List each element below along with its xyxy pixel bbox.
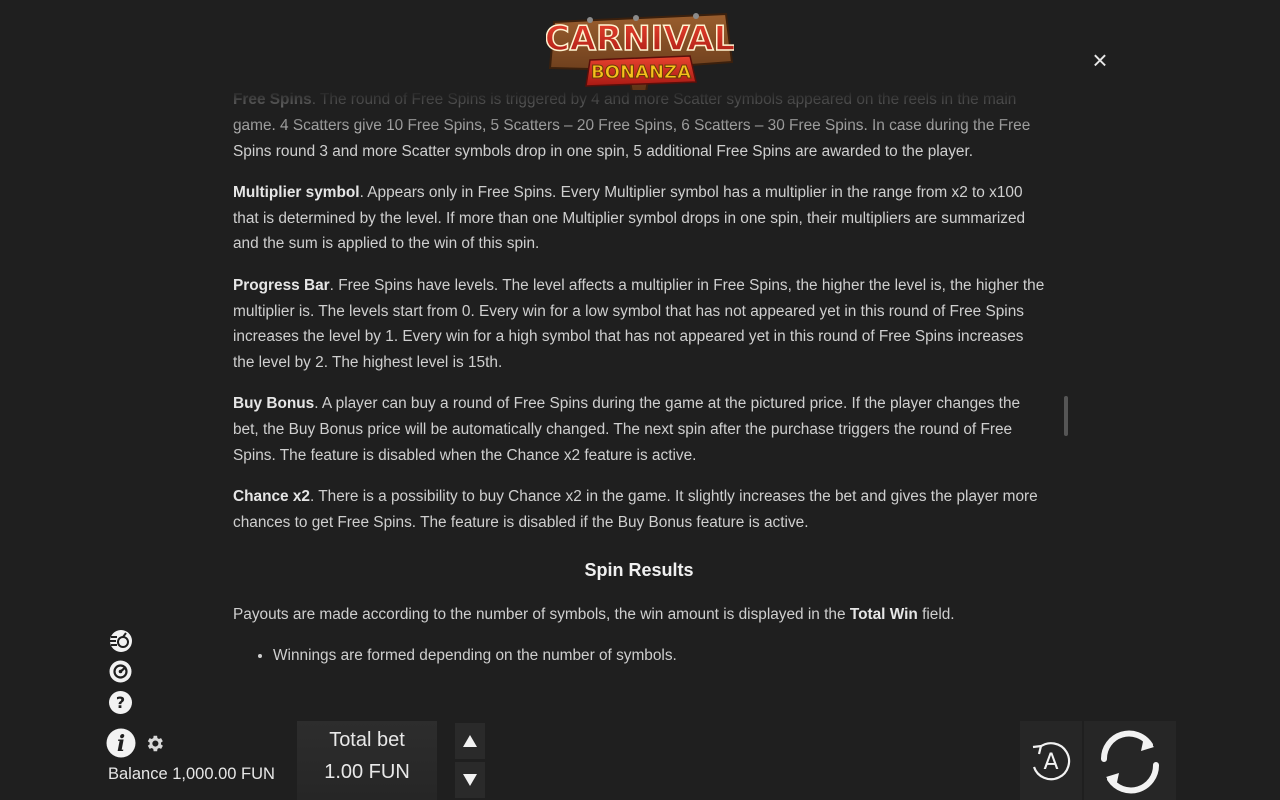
payouts-bold: Total Win <box>849 605 918 623</box>
rule-chance-text: . There is a possibility to buy Chance x… <box>233 488 1038 532</box>
total-bet-value: 1.00 FUN <box>324 761 410 783</box>
rule-buy-text: . A player can buy a round of Free Spins… <box>233 395 1021 465</box>
payouts-text: Payouts are made according to the number… <box>233 605 850 623</box>
rule-progress-text: . Free Spins have levels. The level affe… <box>233 276 1045 372</box>
arrow-up-icon <box>463 735 477 747</box>
autoplay-button[interactable]: A <box>1020 721 1082 800</box>
arrow-down-icon <box>463 774 477 786</box>
rule-payouts: Payouts are made according to the number… <box>233 602 1045 628</box>
rule-buy-bonus: Buy Bonus. A player can buy a round of F… <box>233 391 1045 468</box>
rule-chance-title: Chance x2 <box>233 488 310 506</box>
payout-bullet: Winnings are formed depending on the num… <box>273 643 1045 669</box>
rule-buy-title: Buy Bonus <box>233 395 315 413</box>
spin-refresh-icon <box>1100 730 1160 794</box>
balance-value: 1,000.00 FUN <box>172 765 275 783</box>
bet-increase-button[interactable] <box>455 723 485 759</box>
info-icon[interactable]: i <box>106 728 136 758</box>
balance-display: Balance 1,000.00 FUN <box>108 765 275 784</box>
settings-gear-icon[interactable] <box>144 733 165 754</box>
rule-free-spins: Free Spins. The round of Free Spins is t… <box>233 90 1045 164</box>
spin-button[interactable] <box>1084 721 1176 800</box>
turbo-icon[interactable] <box>108 628 133 653</box>
rule-free-spins-text: . The round of Free Spins is triggered b… <box>233 91 1031 160</box>
rule-multiplier-title: Multiplier symbol <box>233 183 360 201</box>
logo-text-bonanza: BONANZA <box>591 62 691 83</box>
spin-results-title: Spin Results <box>584 559 694 580</box>
rule-free-spins-title: Free Spins <box>233 91 312 108</box>
rules-content: Free Spins. The round of Free Spins is t… <box>233 90 1045 669</box>
logo-text-carnival: CARNIVAL <box>546 19 734 59</box>
rule-chance-x2: Chance x2. There is a possibility to buy… <box>233 484 1045 536</box>
total-bet-panel: Total bet 1.00 FUN <box>297 721 437 800</box>
payouts-end: field. <box>917 605 955 623</box>
rules-scroll-area[interactable]: Free Spins. The round of Free Spins is t… <box>233 90 1045 702</box>
sound-icon[interactable] <box>108 659 133 684</box>
autoplay-letter: A <box>1043 750 1058 775</box>
game-rules-screen: CARNIVAL BONANZA × Free Spins. The round… <box>0 0 1280 800</box>
bet-decrease-button[interactable] <box>455 762 485 798</box>
balance-label: Balance <box>108 765 168 783</box>
close-button[interactable]: × <box>1088 47 1112 73</box>
rules-scrollbar[interactable] <box>1064 396 1068 436</box>
payout-bullet-list: Winnings are formed depending on the num… <box>233 643 1045 669</box>
help-icon[interactable]: ? <box>108 690 133 715</box>
rule-multiplier: Multiplier symbol. Appears only in Free … <box>233 180 1045 257</box>
game-logo: CARNIVAL BONANZA <box>544 8 736 96</box>
total-bet-label: Total bet <box>329 729 405 751</box>
rule-progress-title: Progress Bar <box>233 276 330 294</box>
svg-text:?: ? <box>116 693 125 712</box>
autoplay-icon: A <box>1032 742 1071 781</box>
rule-progress-bar: Progress Bar. Free Spins have levels. Th… <box>233 273 1045 376</box>
svg-text:i: i <box>117 731 125 757</box>
